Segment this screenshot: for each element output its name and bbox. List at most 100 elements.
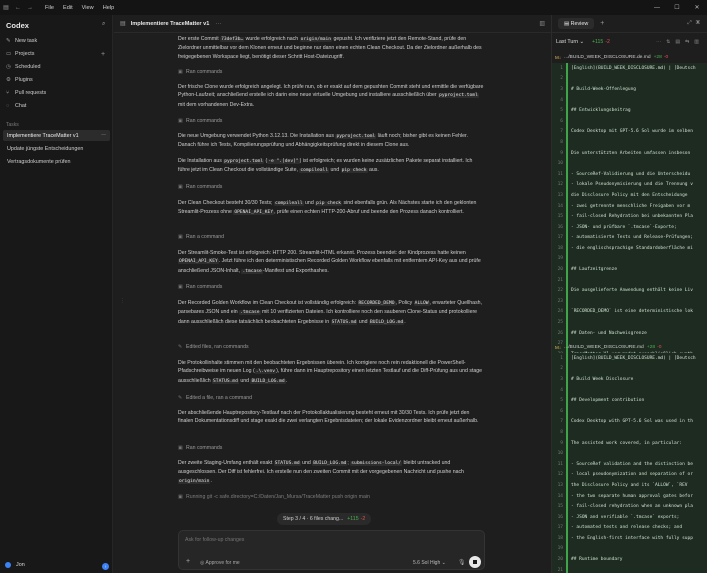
- stop-button[interactable]: [469, 556, 481, 568]
- menu-edit[interactable]: Edit: [63, 5, 73, 11]
- line-number: 14: [557, 203, 563, 209]
- ran-commands-row[interactable]: ▣ Ran commands: [178, 445, 222, 451]
- menu-help[interactable]: Help: [103, 5, 115, 11]
- panel-window-icons[interactable]: ⤢▣: [687, 20, 704, 27]
- task-item[interactable]: Update jüngste Entscheidungen: [3, 143, 110, 154]
- review-tool-icons[interactable]: ⋯⇅▤⇆▥: [656, 39, 704, 45]
- line-number: 4: [560, 97, 563, 103]
- line-number: 5: [560, 398, 563, 404]
- tab-review[interactable]: ▤ Review: [558, 18, 595, 29]
- line-number: 21: [557, 277, 563, 283]
- line-number: 14: [557, 493, 563, 499]
- line-number: 1: [560, 355, 563, 361]
- line-number: 19: [557, 256, 563, 262]
- line-text: `RECORDED_DEMO` ist eine deterministisch…: [571, 309, 693, 315]
- diff-line: 23: [552, 296, 707, 307]
- line-number: 12: [557, 182, 563, 188]
- line-text: # Build Week Disclosure: [571, 376, 634, 382]
- sidebar-toggle-icon[interactable]: ▤: [0, 4, 12, 11]
- ran-commands-row[interactable]: ▣ Ran commands: [178, 284, 222, 290]
- line-number: 16: [557, 224, 563, 230]
- task-label: Vertragsdokumente prüfen: [7, 158, 71, 165]
- line-number: 7: [560, 129, 563, 135]
- attach-icon[interactable]: +: [186, 558, 190, 565]
- step-progress-pill[interactable]: Step 3 / 4 · 6 files chang... +115 -2: [277, 513, 372, 525]
- diff-line: 18 - die englischsprachige Standardoberfl…: [552, 243, 707, 254]
- line-number: 3: [560, 86, 563, 92]
- line-number: 22: [557, 288, 563, 294]
- terminal-icon: ▣: [178, 284, 183, 290]
- user-name: Jon: [16, 562, 25, 568]
- panel-toggle-icon[interactable]: ▥: [539, 20, 545, 27]
- diff-line: 10: [552, 448, 707, 459]
- add-project-icon[interactable]: +: [101, 51, 105, 58]
- model-selector[interactable]: 5.6 Sol High ⌄: [413, 560, 446, 566]
- maximize-button[interactable]: ☐: [667, 0, 687, 15]
- review-toolbar: Last Turn ⌄ +115 -2 ⋯⇅▤⇆▥: [552, 35, 707, 49]
- sidebar-item-new-task[interactable]: ✎ New task: [6, 38, 37, 44]
- ran-commands-row[interactable]: ▣ Ran commands: [178, 184, 222, 190]
- message-paragraph: Die Installation aus pyproject.toml (-e …: [178, 158, 473, 174]
- pencil-icon: ✎: [178, 344, 183, 350]
- turn-selector[interactable]: Last Turn ⌄: [556, 39, 584, 45]
- sidebar-item-chat[interactable]: ◌ Chat: [6, 103, 26, 109]
- review-lines-removed: -2: [605, 39, 610, 45]
- chat-header: ▤ Implementiere TraceMatter v1 ··· ▥: [114, 15, 551, 33]
- task-item[interactable]: Vertragsdokumente prüfen: [3, 156, 110, 167]
- microphone-icon[interactable]: 🎙: [458, 559, 466, 566]
- sidebar-item-plugins[interactable]: ⚙ Plugins: [6, 77, 33, 83]
- diff-line: 1 [English](BUILD_WEEK_DISCLOSURE.md) | […: [552, 353, 707, 364]
- back-icon[interactable]: ←: [12, 5, 24, 11]
- page-title: Implementiere TraceMatter v1: [130, 20, 210, 27]
- sidebar-item-scheduled[interactable]: ◷ Scheduled: [6, 64, 40, 70]
- user-menu[interactable]: Jon: [5, 562, 25, 568]
- diff-line: 3 # Build-Week-Offenlegung: [552, 84, 707, 95]
- line-text: the Disclosure Policy and its `ALLOW`, `…: [571, 482, 688, 488]
- line-number: 8: [560, 139, 563, 145]
- add-tab-icon[interactable]: +: [600, 20, 604, 27]
- edited-file-row[interactable]: ✎ Edited a file, ran a command: [178, 395, 252, 401]
- approve-toggle[interactable]: ◎ Approve for me: [200, 560, 240, 566]
- line-number: 7: [560, 419, 563, 425]
- menu-view[interactable]: View: [82, 5, 94, 11]
- minimize-button[interactable]: —: [647, 0, 667, 15]
- sidebar-item-pull-requests[interactable]: ⑂ Pull requests: [6, 90, 46, 96]
- sidebar-item-projects[interactable]: ▭ Projects: [6, 51, 34, 57]
- diff-line: 26 ## Daten- und Nachweisgrenze: [552, 327, 707, 339]
- ran-commands-row[interactable]: ▣ Ran commands: [178, 69, 222, 75]
- plugin-icon: ⚙: [6, 77, 11, 83]
- menu-file[interactable]: File: [45, 5, 54, 11]
- file-lines-added: +28: [646, 345, 656, 350]
- tasks-section-label: Tasks: [6, 122, 19, 128]
- forward-icon[interactable]: →: [24, 5, 36, 11]
- diff-file-header[interactable]: M↓ .../BUILD_WEEK_DISCLOSURE.de.md +28 -…: [552, 52, 707, 63]
- line-number: 13: [557, 482, 563, 488]
- ran-commands-row[interactable]: ▣ Ran commands: [178, 118, 222, 124]
- diff-file-header[interactable]: M↓ .../BUILD_WEEK_DISCLOSURE.md +28 -0: [552, 342, 707, 353]
- edited-files-row[interactable]: ✎ Edited files, ran commands: [178, 344, 249, 350]
- diff-line: 2: [552, 363, 707, 375]
- close-button[interactable]: ✕: [687, 0, 707, 15]
- more-icon[interactable]: ···: [215, 21, 221, 27]
- diff-line: 24 `RECORDED_DEMO` ist eine deterministis…: [552, 306, 707, 318]
- pencil-icon: ✎: [178, 395, 183, 401]
- follow-up-input[interactable]: [185, 537, 435, 543]
- added-marker: [566, 327, 568, 339]
- diff-line: 9 Die unterstützten Arbeiten umfassen ins…: [552, 147, 707, 159]
- clock-icon: ◷: [6, 64, 11, 70]
- ran-commands-label: Ran commands: [186, 445, 223, 451]
- line-number: 26: [557, 330, 563, 336]
- resize-handle-icon[interactable]: ⋮: [120, 298, 125, 304]
- task-item[interactable]: Implementiere TraceMatter v1 —: [3, 130, 110, 141]
- added-marker: [566, 405, 568, 417]
- line-number: 25: [557, 320, 563, 326]
- update-badge[interactable]: ↑: [102, 563, 109, 570]
- ran-command-row[interactable]: ▣ Ran a command: [178, 234, 224, 240]
- line-text: - fail-closed rehydration when an unknow…: [571, 504, 693, 510]
- ran-commands-label: Ran commands: [186, 284, 223, 290]
- search-icon[interactable]: ⌕: [102, 21, 105, 28]
- added-marker: [566, 274, 568, 286]
- ran-commands-label: Ran commands: [186, 118, 223, 124]
- added-marker: [566, 63, 568, 74]
- message-paragraph: Der Clean Checkout besteht 30/30 Tests; …: [178, 200, 477, 216]
